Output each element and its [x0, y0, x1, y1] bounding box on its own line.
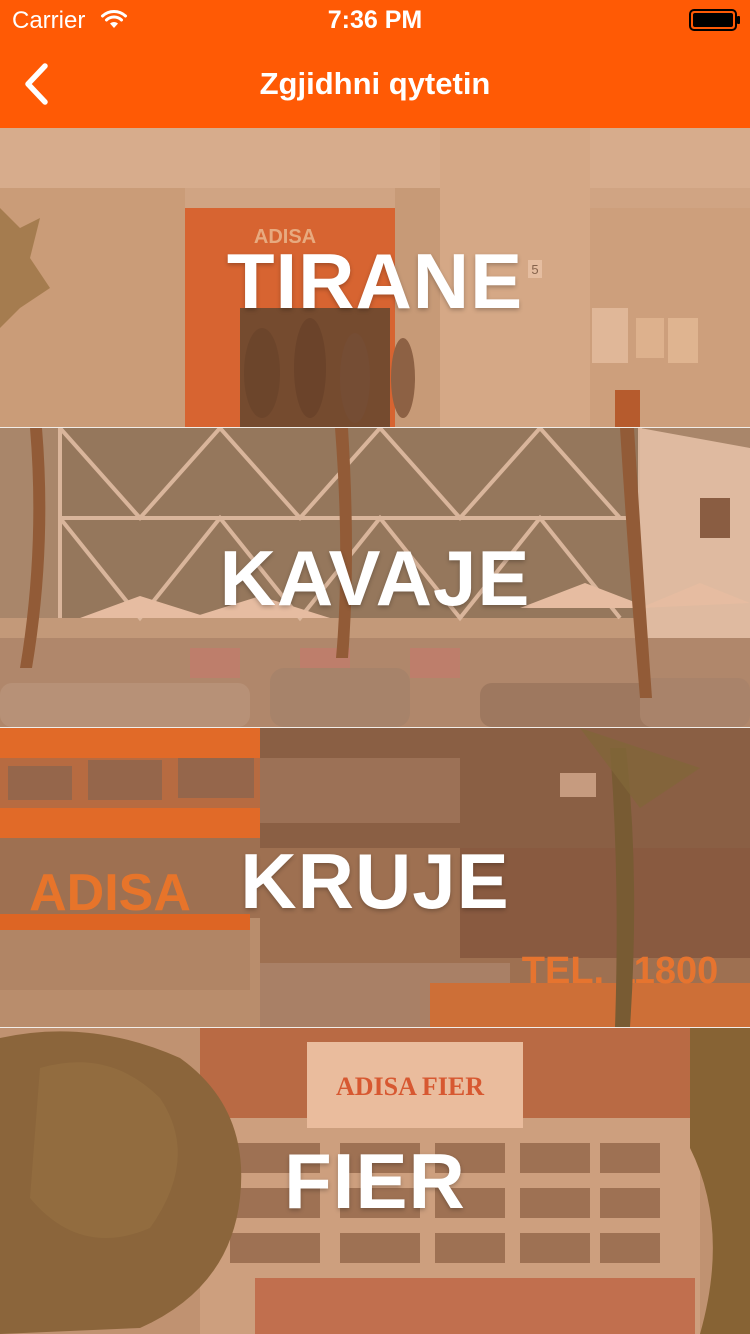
city-name-kruje: KRUJE: [240, 837, 510, 925]
city-name-tirane: TIRANE: [226, 237, 524, 325]
city-row-tirane[interactable]: 5 ADISA TIRANE: [0, 128, 750, 427]
city-name-fier: FIER: [284, 1137, 466, 1225]
city-row-kavaje[interactable]: KAVAJE: [0, 428, 750, 727]
status-bar: Carrier 7:36 PM: [0, 0, 750, 40]
city-row-fier[interactable]: ADISA FIER FIER: [0, 1028, 750, 1334]
battery-icon: [689, 9, 740, 31]
city-name-kavaje: KAVAJE: [219, 534, 531, 622]
app-header: Carrier 7:36 PM Zgjidhni qytetin: [0, 0, 750, 128]
city-list: 5 ADISA TIRANE KAVAJE ADISA TEL. 11800 K…: [0, 128, 750, 1334]
city-row-kruje[interactable]: ADISA TEL. 11800 KRUJE: [0, 728, 750, 1027]
navigation-bar: Zgjidhni qytetin: [0, 40, 750, 128]
status-time: 7:36 PM: [327, 6, 423, 34]
page-title: Zgjidhni qytetin: [259, 66, 491, 101]
